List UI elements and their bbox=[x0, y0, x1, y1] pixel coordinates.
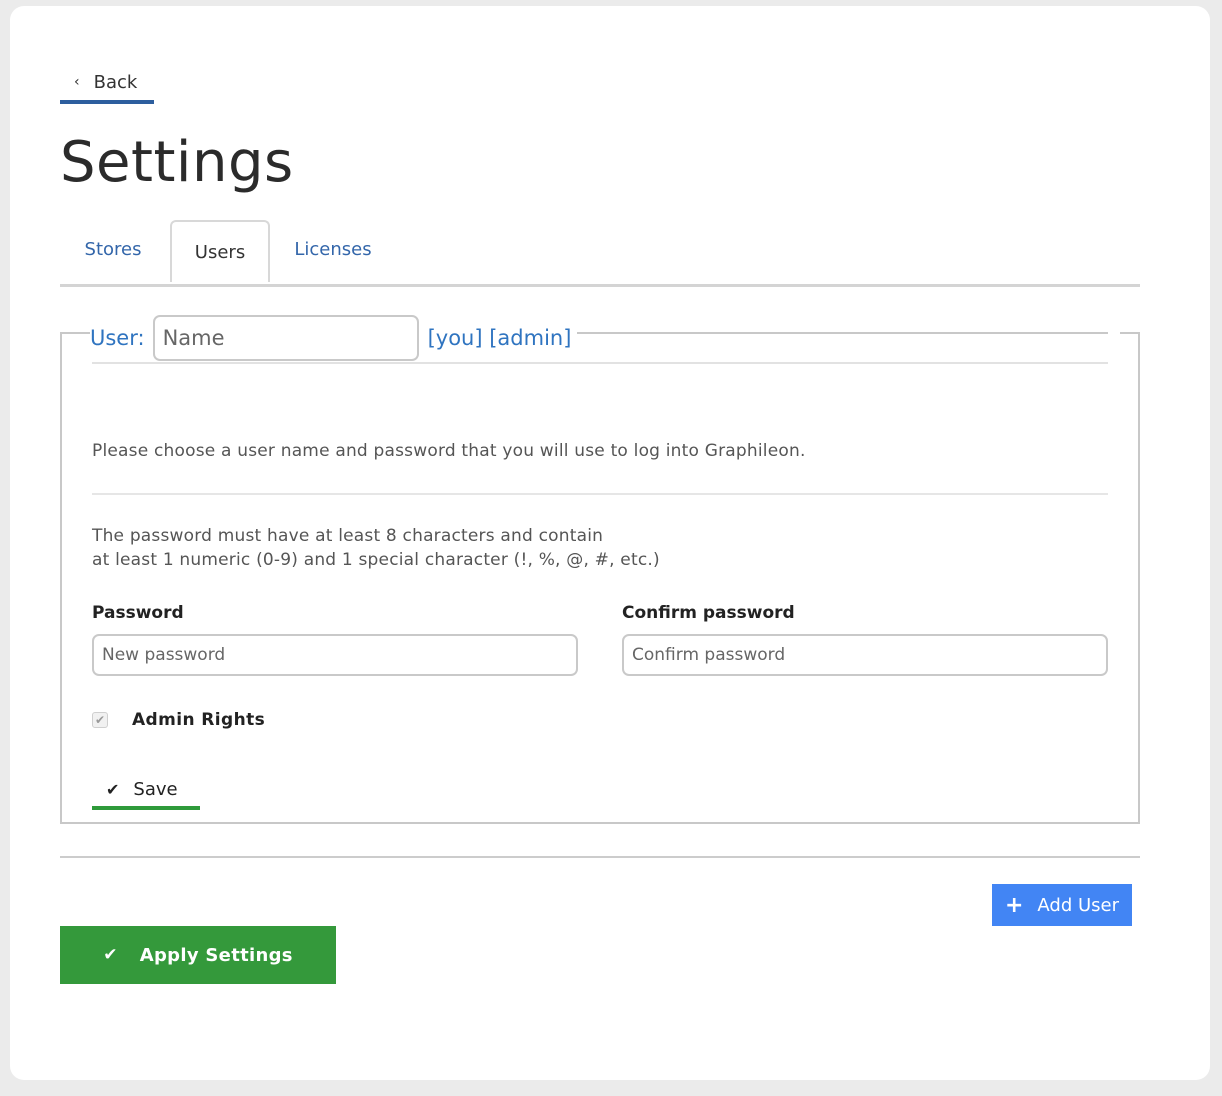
section-divider bbox=[92, 493, 1108, 495]
confirm-password-input[interactable] bbox=[622, 634, 1108, 676]
back-label: Back bbox=[93, 71, 138, 93]
password-label: Password bbox=[92, 603, 184, 623]
user-role-tags: [you] [admin] bbox=[427, 326, 572, 350]
add-user-label: Add User bbox=[1037, 894, 1120, 916]
user-name-input[interactable] bbox=[152, 315, 419, 361]
bottom-divider bbox=[60, 856, 1140, 858]
intro-text: Please choose a user name and password t… bbox=[92, 441, 806, 461]
save-button[interactable]: ✔ Save bbox=[92, 772, 200, 810]
admin-rights-label: Admin Rights bbox=[132, 710, 266, 730]
chevron-left-icon: ‹ bbox=[74, 74, 80, 90]
admin-rights-row: ✔ Admin Rights bbox=[92, 710, 265, 730]
password-rules-line-2: at least 1 numeric (0-9) and 1 special c… bbox=[92, 550, 660, 570]
admin-rights-checkbox[interactable]: ✔ bbox=[92, 712, 108, 728]
plus-icon: + bbox=[1004, 892, 1024, 918]
save-label: Save bbox=[133, 778, 178, 800]
apply-settings-button[interactable]: ✔ Apply Settings bbox=[60, 926, 336, 984]
tab-licenses[interactable]: Licenses bbox=[288, 220, 378, 278]
check-icon: ✔ bbox=[106, 779, 120, 799]
page-title: Settings bbox=[60, 130, 294, 195]
password-input[interactable] bbox=[92, 634, 578, 676]
legend-divider bbox=[92, 362, 1108, 364]
back-button[interactable]: ‹ Back bbox=[60, 64, 154, 104]
check-icon: ✔ bbox=[103, 945, 118, 965]
settings-tabs: Stores Users Licenses bbox=[60, 220, 1140, 287]
confirm-password-label: Confirm password bbox=[622, 603, 795, 623]
password-rules: The password must have at least 8 charac… bbox=[92, 524, 660, 572]
tab-stores[interactable]: Stores bbox=[74, 220, 152, 278]
user-fieldset bbox=[60, 332, 1140, 824]
add-user-button[interactable]: + Add User bbox=[992, 884, 1132, 926]
user-label: User: bbox=[90, 326, 145, 350]
apply-settings-label: Apply Settings bbox=[139, 944, 293, 966]
user-legend: User: [you] [admin] bbox=[90, 314, 578, 362]
tab-users[interactable]: Users bbox=[170, 220, 270, 282]
password-rules-line-1: The password must have at least 8 charac… bbox=[92, 526, 604, 546]
